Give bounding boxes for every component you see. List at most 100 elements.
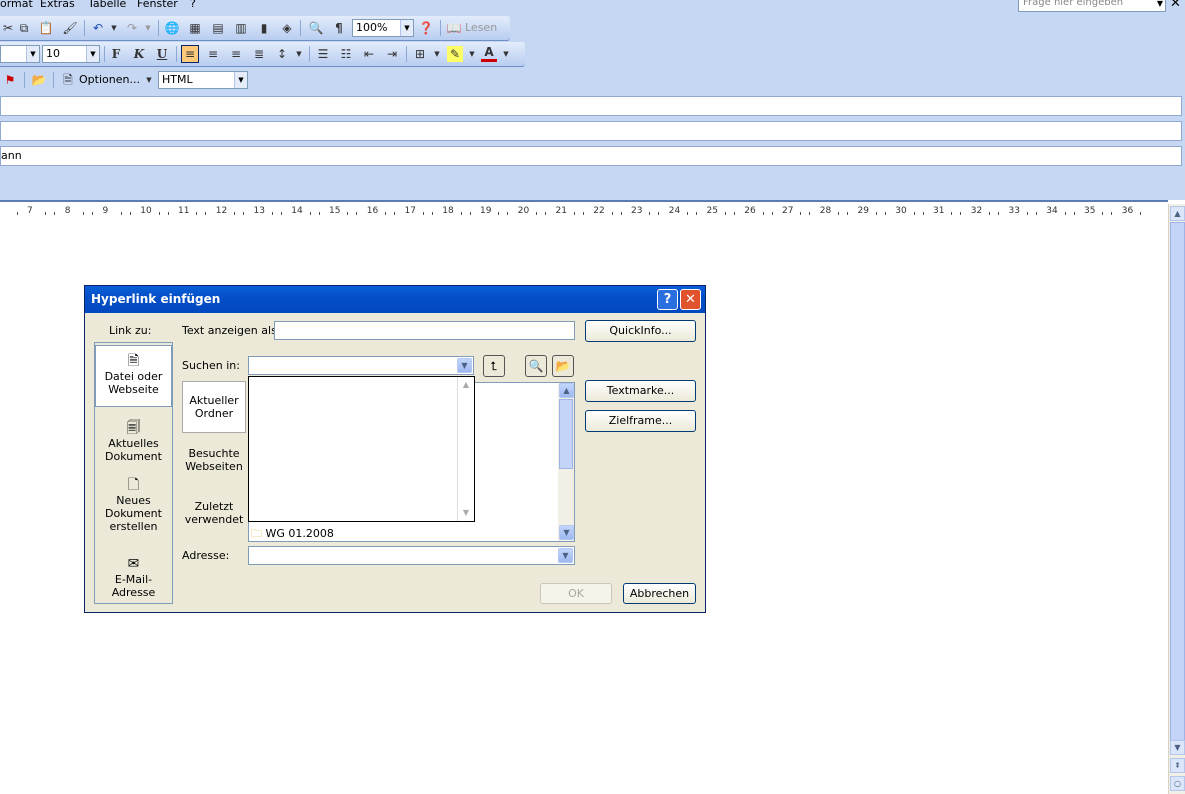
previous-page-icon[interactable]: ⇞ <box>1170 758 1185 773</box>
insert-excel-icon[interactable]: ▥ <box>233 20 249 36</box>
drawing-icon[interactable]: ◈ <box>279 20 295 36</box>
scroll-down-icon[interactable]: ▼ <box>1170 740 1185 755</box>
close-icon[interactable]: ✕ <box>680 289 701 310</box>
chevron-down-icon[interactable]: ▼ <box>86 46 99 62</box>
font-name-combo[interactable]: ▼ <box>0 45 40 63</box>
link-current-document[interactable]: 🗐 Aktuelles Dokument <box>95 419 172 469</box>
menu-help[interactable]: ? <box>190 0 196 10</box>
numbering-icon[interactable]: ☰ <box>315 46 331 62</box>
show-formatting-icon[interactable]: ¶ <box>331 20 347 36</box>
borders-dropdown-icon[interactable]: ▼ <box>429 46 445 62</box>
menu-extras[interactable]: Extras <box>40 0 75 10</box>
options-label[interactable]: Optionen... <box>79 73 140 86</box>
tables-borders-icon[interactable]: ▦ <box>187 20 203 36</box>
decrease-indent-icon[interactable]: ⇤ <box>361 46 377 62</box>
highlight-icon[interactable]: ✎ <box>447 46 463 62</box>
chevron-down-icon[interactable]: ▼ <box>26 46 39 62</box>
zoom-combo[interactable]: 100% ▼ <box>352 19 414 37</box>
scroll-down-icon[interactable]: ▼ <box>559 525 574 540</box>
cancel-button[interactable]: Abbrechen <box>623 583 696 604</box>
align-left-icon[interactable]: ≡ <box>181 45 199 63</box>
chevron-down-icon[interactable]: ▼ <box>558 548 573 563</box>
justify-icon[interactable]: ≣ <box>251 46 267 62</box>
look-in-combo[interactable]: ▼ <box>248 356 474 375</box>
format-painter-icon[interactable]: 🖌 <box>62 20 78 36</box>
menu-tabelle[interactable]: Tabelle <box>88 0 126 10</box>
look-in-dropdown-list[interactable]: ▲ ▼ <box>248 376 475 522</box>
undo-dropdown-icon[interactable]: ▼ <box>106 20 122 36</box>
read-mode-label[interactable]: Lesen <box>465 21 497 34</box>
font-color-dropdown-icon[interactable]: ▼ <box>498 46 514 62</box>
horizontal-ruler[interactable]: 7 8 9 10 11 12 13 14 15 16 17 18 19 20 21 22 23 24 25 26 27 2… <box>0 200 1168 224</box>
list-item[interactable]: 🗀 WG 01.2008 <box>251 525 334 544</box>
paste-icon[interactable]: 📋 <box>38 20 54 36</box>
shortcut-recent-files[interactable]: Zuletzt verwendet <box>182 500 246 526</box>
options-icon[interactable]: 🗎 <box>60 72 76 88</box>
close-icon[interactable]: ✕ <box>1170 0 1181 11</box>
scroll-up-icon[interactable]: ▲ <box>458 377 474 393</box>
browse-object-icon[interactable]: ○ <box>1170 776 1185 791</box>
scroll-up-icon[interactable]: ▲ <box>559 383 574 398</box>
subject-field[interactable]: ann <box>0 146 1182 166</box>
underline-button[interactable]: U <box>154 46 170 62</box>
text-display-input[interactable] <box>274 321 575 340</box>
bold-button[interactable]: F <box>108 46 124 62</box>
chevron-down-icon[interactable]: ▼ <box>400 20 413 36</box>
copy-icon[interactable]: ⧉ <box>16 20 32 36</box>
font-color-icon[interactable]: A <box>481 45 497 62</box>
bullets-icon[interactable]: ☷ <box>338 46 354 62</box>
scrollbar-thumb[interactable] <box>559 399 573 469</box>
ok-button[interactable]: OK <box>540 583 612 604</box>
browse-file-icon[interactable]: 📂 <box>552 355 574 377</box>
options-dropdown-icon[interactable]: ▼ <box>141 72 157 88</box>
to-field[interactable] <box>0 96 1182 116</box>
read-mode-icon[interactable]: 📖 <box>446 20 462 36</box>
highlight-dropdown-icon[interactable]: ▼ <box>464 46 480 62</box>
menu-format[interactable]: ormat <box>0 0 33 10</box>
insert-hyperlink-icon[interactable]: 🌐 <box>164 20 180 36</box>
bookmark-button[interactable]: Textmarke... <box>585 380 696 402</box>
help-icon[interactable]: ❓ <box>418 20 434 36</box>
shortcut-current-folder[interactable]: Aktueller Ordner <box>182 381 246 433</box>
help-icon[interactable]: ? <box>657 289 678 310</box>
align-right-icon[interactable]: ≡ <box>228 46 244 62</box>
redo-icon[interactable]: ↷ <box>124 20 140 36</box>
line-spacing-icon[interactable]: ↕ <box>274 46 290 62</box>
borders-icon[interactable]: ⊞ <box>412 46 428 62</box>
quickinfo-button[interactable]: QuickInfo... <box>585 320 696 342</box>
vertical-scrollbar[interactable]: ▲ ▼ ⇞ ○ <box>1168 204 1185 794</box>
chevron-down-icon[interactable]: ▼ <box>457 358 472 373</box>
chevron-down-icon[interactable]: ▼ <box>234 72 247 88</box>
line-spacing-dropdown-icon[interactable]: ▼ <box>291 46 307 62</box>
help-search-input[interactable]: Frage hier eingeben <box>1018 0 1166 12</box>
scroll-up-icon[interactable]: ▲ <box>1170 206 1185 221</box>
increase-indent-icon[interactable]: ⇥ <box>384 46 400 62</box>
link-email-address[interactable]: ✉ E-Mail-Adresse <box>95 555 172 599</box>
folder-up-icon[interactable]: ⮤ <box>483 355 505 377</box>
link-new-document[interactable]: 🗋 Neues Dokument erstellen <box>95 476 172 536</box>
file-list-scrollbar[interactable]: ▲ ▼ <box>558 383 574 541</box>
scrollbar-thumb[interactable] <box>1170 222 1185 742</box>
italic-button[interactable]: K <box>131 46 147 62</box>
scroll-down-icon[interactable]: ▼ <box>458 505 474 521</box>
address-input[interactable]: ▼ <box>248 546 575 565</box>
undo-icon[interactable]: ↶ <box>90 20 106 36</box>
align-center-icon[interactable]: ≡ <box>205 46 221 62</box>
target-frame-button[interactable]: Zielframe... <box>585 410 696 432</box>
chevron-down-icon[interactable]: ▼ <box>1155 0 1165 11</box>
cc-field[interactable] <box>0 121 1182 141</box>
flag-icon[interactable]: ⚑ <box>2 72 18 88</box>
menu-fenster[interactable]: Fenster <box>137 0 178 10</box>
address-book-icon[interactable]: 📂 <box>31 72 47 88</box>
shortcut-browsed-pages[interactable]: Besuchte Webseiten <box>182 447 246 473</box>
font-size-combo[interactable]: 10 ▼ <box>42 45 100 63</box>
cut-icon[interactable]: ✂ <box>0 20 16 36</box>
document-map-icon[interactable]: 🔍 <box>308 20 324 36</box>
redo-dropdown-icon[interactable]: ▼ <box>140 20 156 36</box>
link-file-or-webpage[interactable]: 🗎 Datei oder Webseite <box>95 345 172 407</box>
insert-table-icon[interactable]: ▤ <box>210 20 226 36</box>
message-format-combo[interactable]: HTML ▼ <box>158 71 248 89</box>
columns-icon[interactable]: ▮ <box>256 20 272 36</box>
dropdown-scrollbar[interactable]: ▲ ▼ <box>457 377 474 521</box>
browse-web-icon[interactable]: 🔍 <box>525 355 547 377</box>
